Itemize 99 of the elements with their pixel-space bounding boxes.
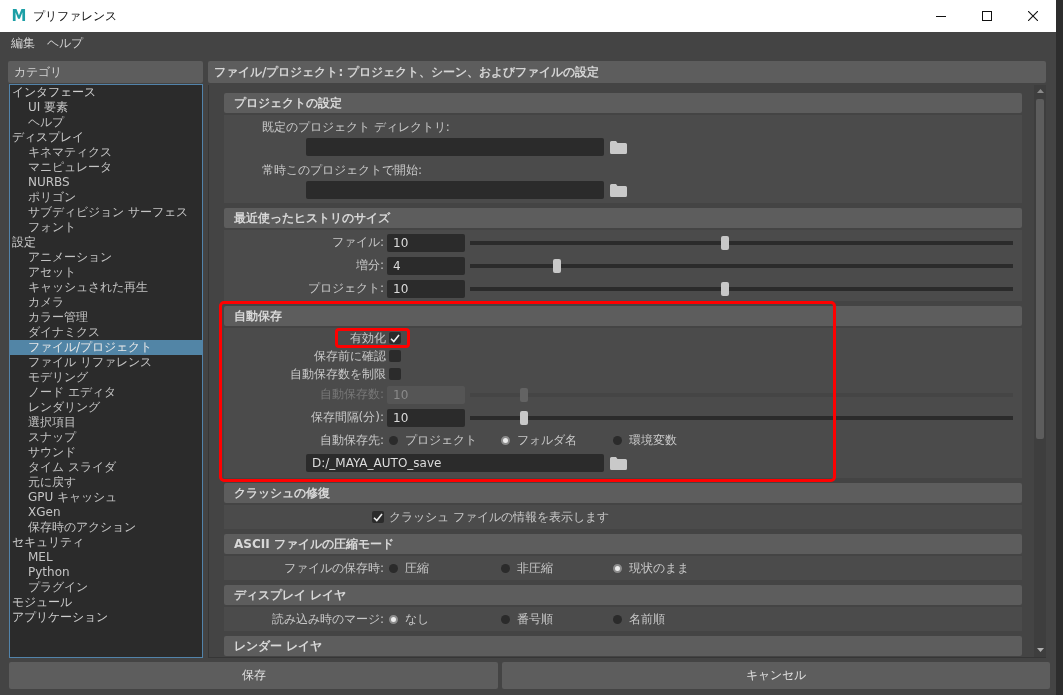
category-item[interactable]: アニメーション [10, 250, 202, 265]
category-item[interactable]: モジュール [10, 595, 202, 610]
category-item[interactable]: UI 要素 [10, 100, 202, 115]
field-label: 既定のプロジェクト ディレクトリ: [262, 120, 450, 134]
checkmark-icon [390, 333, 400, 343]
checkbox-label: クラッシュ ファイルの情報を表示します [389, 508, 609, 526]
checkbox[interactable] [389, 350, 401, 362]
close-icon [1028, 11, 1038, 21]
path-field[interactable] [306, 138, 604, 156]
category-item[interactable]: カメラ [10, 295, 202, 310]
radio-option[interactable]: 非圧縮 [496, 559, 608, 577]
slider-thumb[interactable] [552, 258, 561, 273]
category-item[interactable]: スナップ [10, 430, 202, 445]
category-item[interactable]: インタフェース [10, 85, 202, 100]
category-item[interactable]: 保存時のアクション [10, 520, 202, 535]
category-item[interactable]: タイム スライダ [10, 460, 202, 475]
maximize-icon [982, 11, 992, 21]
scroll-down-icon[interactable] [1036, 648, 1044, 652]
slider-thumb[interactable] [520, 410, 529, 425]
slider-thumb[interactable] [721, 235, 730, 250]
section-header[interactable]: レンダー レイヤ [224, 636, 1022, 656]
category-item[interactable]: ディスプレイ [10, 130, 202, 145]
category-item[interactable]: レンダリング [10, 400, 202, 415]
category-item[interactable]: 設定 [10, 235, 202, 250]
category-item[interactable]: ヘルプ [10, 115, 202, 130]
checkbox-label: 保存前に確認 [314, 347, 386, 365]
checkbox[interactable] [372, 511, 384, 523]
radio-option[interactable]: フォルダ名 [496, 431, 608, 449]
menu-item[interactable]: 編集 [11, 35, 35, 52]
category-item[interactable]: GPU キャッシュ [10, 490, 202, 505]
menu-item[interactable]: ヘルプ [47, 35, 83, 52]
section-header[interactable]: 最近使ったヒストリのサイズ [224, 208, 1022, 228]
category-item[interactable]: ファイル リファレンス [10, 355, 202, 370]
category-item[interactable]: アプリケーション [10, 610, 202, 625]
checkbox-label: 有効化 [350, 329, 386, 347]
field-label: 保存間隔(分): [310, 409, 384, 426]
category-item[interactable]: セキュリティ [10, 535, 202, 550]
section-header[interactable]: プロジェクトの設定 [224, 93, 1022, 113]
category-item[interactable]: 選択項目 [10, 415, 202, 430]
section-header[interactable]: 自動保存 [224, 306, 1022, 326]
radio-option[interactable]: 圧縮 [384, 559, 496, 577]
category-item[interactable]: アセット [10, 265, 202, 280]
folder-icon[interactable] [610, 456, 627, 470]
category-item[interactable]: XGen [10, 505, 202, 520]
panel-header: ファイル/プロジェクト: プロジェクト、シーン、およびファイルの設定 [208, 61, 1046, 83]
scrollbar-thumb[interactable] [1036, 99, 1044, 439]
category-item[interactable]: 元に戻す [10, 475, 202, 490]
category-item[interactable]: NURBS [10, 175, 202, 190]
radio-option[interactable]: 現状のまま [608, 559, 720, 577]
field-label: 増分: [355, 257, 384, 274]
number-field[interactable]: 10 [387, 233, 465, 252]
radio-option[interactable]: 名前順 [608, 610, 720, 628]
field-label: ファイル: [331, 234, 384, 251]
field-label: 自動保存先: [319, 431, 384, 449]
scroll-up-icon[interactable] [1036, 89, 1044, 93]
category-item[interactable]: モデリング [10, 370, 202, 385]
field-label: ファイルの保存時: [283, 559, 384, 577]
minimize-icon [936, 15, 946, 17]
category-header: カテゴリ [8, 61, 203, 83]
category-item[interactable]: フォント [10, 220, 202, 235]
field-label: 読み込み時のマージ: [271, 610, 384, 628]
field-label: プロジェクト: [307, 280, 384, 297]
slider-thumb[interactable] [721, 281, 730, 296]
category-item[interactable]: MEL [10, 550, 202, 565]
category-item[interactable]: プラグイン [10, 580, 202, 595]
category-item[interactable]: ダイナミクス [10, 325, 202, 340]
number-field[interactable]: 10 [387, 408, 465, 427]
category-item[interactable]: カラー管理 [10, 310, 202, 325]
save-button[interactable]: 保存 [9, 662, 498, 689]
path-field[interactable]: D:/_MAYA_AUTO_save [306, 454, 604, 472]
scrollbar[interactable] [1034, 85, 1046, 657]
section-header[interactable]: ディスプレイ レイヤ [224, 585, 1022, 605]
checkbox[interactable] [389, 368, 401, 380]
checkbox-label: 自動保存数を制限 [290, 365, 386, 383]
checkbox[interactable] [389, 332, 401, 344]
category-item[interactable]: Python [10, 565, 202, 580]
checkmark-icon [373, 512, 383, 522]
category-item[interactable]: キャッシュされた再生 [10, 280, 202, 295]
radio-option[interactable]: 環境変数 [608, 431, 720, 449]
field-label: 常時このプロジェクトで開始: [262, 163, 423, 177]
number-field[interactable]: 10 [387, 279, 465, 298]
category-item[interactable]: サウンド [10, 445, 202, 460]
app-logo: M [11, 8, 27, 24]
number-field[interactable]: 4 [387, 256, 465, 275]
radio-option[interactable]: なし [384, 610, 496, 628]
cancel-button[interactable]: キャンセル [502, 662, 1050, 689]
window-title: プリファレンス [33, 7, 117, 25]
folder-icon[interactable] [610, 140, 627, 154]
folder-icon[interactable] [610, 183, 627, 197]
category-item[interactable]: マニピュレータ [10, 160, 202, 175]
path-field[interactable] [306, 181, 604, 199]
section-header[interactable]: ASCII ファイルの圧縮モード [224, 534, 1022, 554]
category-item[interactable]: キネマティクス [10, 145, 202, 160]
section-header[interactable]: クラッシュの修復 [224, 483, 1022, 503]
radio-option[interactable]: プロジェクト [384, 431, 496, 449]
radio-option[interactable]: 番号順 [496, 610, 608, 628]
category-item[interactable]: ノード エディタ [10, 385, 202, 400]
category-item[interactable]: サブディビジョン サーフェス [10, 205, 202, 220]
category-item[interactable]: ポリゴン [10, 190, 202, 205]
